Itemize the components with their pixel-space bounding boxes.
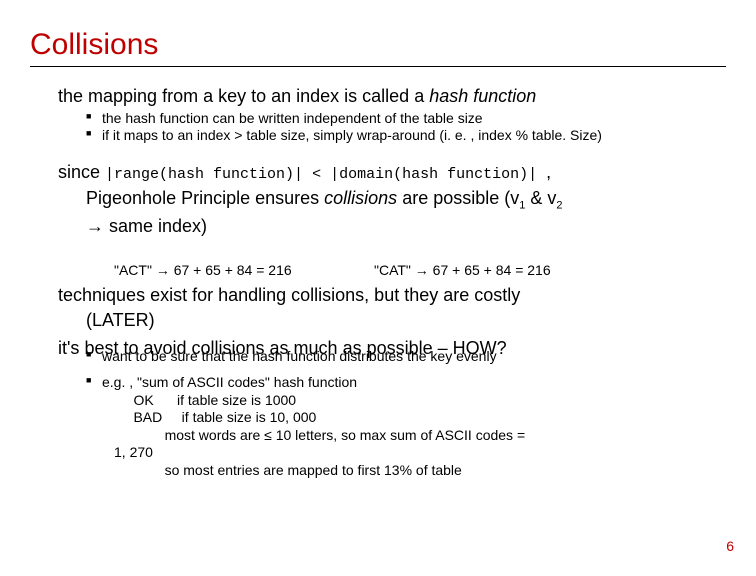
slide-title: Collisions bbox=[30, 28, 726, 62]
p3-line1: techniques exist for handling collisions… bbox=[58, 284, 726, 307]
p1-sublist: the hash function can be written indepen… bbox=[86, 110, 726, 145]
p1-sub2: if it maps to an index > table size, sim… bbox=[86, 127, 726, 144]
p4-sub1: want to be sure that the hash function d… bbox=[86, 348, 726, 365]
p5-r2: BAD if table size is 10, 000 bbox=[114, 409, 726, 427]
p5: e.g. , "sum of ASCII codes" hash functio… bbox=[86, 374, 726, 391]
p1-lead: the mapping from a key to an index is ca… bbox=[58, 85, 726, 108]
page-number: 6 bbox=[726, 538, 734, 554]
title-rule bbox=[30, 66, 726, 67]
p2-line2: Pigeonhole Principle ensures collisions … bbox=[86, 187, 726, 213]
p2-line3: → same index) bbox=[86, 215, 726, 238]
p2-line1: since |range(hash function)| < |domain(h… bbox=[58, 161, 726, 185]
p5-r5: so most entries are mapped to first 13% … bbox=[114, 462, 726, 480]
p3-line2: (LATER) bbox=[86, 309, 726, 332]
p5-r1: OK if table size is 1000 bbox=[114, 392, 726, 410]
p5-head: e.g. , "sum of ASCII codes" hash functio… bbox=[86, 374, 726, 391]
slide: Collisions the mapping from a key to an … bbox=[0, 0, 756, 576]
p5-r4: 1, 270 bbox=[114, 444, 726, 462]
p5-nested: OK if table size is 1000 BAD if table si… bbox=[114, 392, 726, 480]
p4-sublist: want to be sure that the hash function d… bbox=[86, 348, 726, 365]
p1-sub1: the hash function can be written indepen… bbox=[86, 110, 726, 127]
p5-r3: most words are ≤ 10 letters, so max sum … bbox=[114, 427, 726, 445]
content-block: the mapping from a key to an index is ca… bbox=[58, 85, 726, 479]
ex-line: "ACT" → 67 + 65 + 84 = 216"CAT" → 67 + 6… bbox=[114, 262, 726, 279]
